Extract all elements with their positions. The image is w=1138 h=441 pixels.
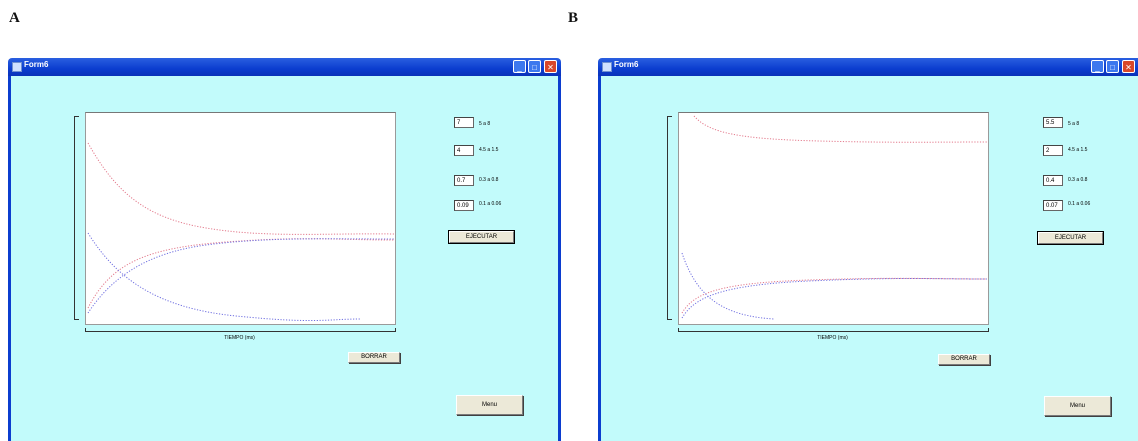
form-window-b: Form6 _ □ ✕ TIEMPO (ms) 5.5 5 a 8 2 4.5 …: [598, 58, 1138, 441]
window-title: Form6: [24, 60, 49, 69]
title-bar[interactable]: Form6 _ □ ✕: [598, 58, 1138, 76]
maximize-icon[interactable]: □: [1106, 60, 1119, 73]
curve-blue-rise: [87, 238, 395, 314]
minimize-icon[interactable]: _: [513, 60, 526, 73]
curve-red-rise: [681, 277, 988, 314]
param-range-3: 0.3 a 0.8: [1068, 177, 1088, 183]
window-title: Form6: [614, 60, 639, 69]
param-range-3: 0.3 a 0.8: [479, 177, 499, 183]
param-input-3[interactable]: 0.4: [1043, 175, 1063, 186]
panel-letter-a: A: [9, 10, 20, 26]
plot-area: [678, 112, 989, 325]
plot-area: [85, 112, 396, 325]
param-input-4[interactable]: 0.07: [1043, 200, 1063, 211]
minimize-icon[interactable]: _: [1091, 60, 1104, 73]
title-bar[interactable]: Form6 _ □ ✕: [8, 58, 561, 76]
panel-letter-b: B: [568, 10, 579, 26]
form-client-area: TIEMPO (ms) 5.5 5 a 8 2 4.5 a 1.5 0.4 0.…: [601, 76, 1138, 441]
clear-button[interactable]: BORRAR: [348, 352, 400, 363]
param-range-2: 4.5 a 1.5: [479, 147, 499, 153]
param-input-4[interactable]: 0.09: [454, 200, 474, 211]
form-client-area: TIEMPO (ms) 7 5 a 8 4 4.5 a 1.5 0.7 0.3 …: [11, 76, 558, 441]
curves-svg: [681, 115, 988, 320]
clear-button[interactable]: BORRAR: [938, 354, 990, 365]
close-icon[interactable]: ✕: [1122, 60, 1135, 73]
execute-button[interactable]: EJECUTAR: [1037, 231, 1104, 245]
param-input-1[interactable]: 5.5: [1043, 117, 1063, 128]
x-axis-label: TIEMPO (ms): [817, 335, 848, 341]
y-axis: [667, 116, 672, 320]
window-border-right: [558, 76, 561, 441]
x-axis: [678, 328, 989, 332]
window-app-icon: [12, 62, 22, 72]
execute-button[interactable]: EJECUTAR: [448, 230, 515, 244]
menu-button[interactable]: Menu: [456, 395, 523, 415]
x-axis-label: TIEMPO (ms): [224, 335, 255, 341]
curve-red-decay: [693, 115, 988, 143]
param-input-2[interactable]: 2: [1043, 145, 1063, 156]
curve-blue-decay: [681, 252, 775, 320]
curves-svg: [87, 142, 395, 322]
y-axis: [74, 116, 79, 320]
curve-red-decay: [87, 142, 395, 235]
param-range-1: 5 a 8: [1068, 121, 1080, 127]
curve-red-rise: [87, 238, 395, 309]
close-icon[interactable]: ✕: [544, 60, 557, 73]
param-input-2[interactable]: 4: [454, 145, 474, 156]
param-range-1: 5 a 8: [479, 121, 491, 127]
menu-button[interactable]: Menu: [1044, 396, 1111, 416]
x-axis: [85, 328, 396, 332]
maximize-icon[interactable]: □: [528, 60, 541, 73]
window-app-icon: [602, 62, 612, 72]
param-input-1[interactable]: 7: [454, 117, 474, 128]
param-range-2: 4.5 a 1.5: [1068, 147, 1088, 153]
curve-blue-decay: [87, 232, 362, 322]
form-window-a: Form6 _ □ ✕ TIEMPO (ms) 7 5 a 8 4 4.5 a …: [8, 58, 561, 441]
param-input-3[interactable]: 0.7: [454, 175, 474, 186]
param-range-4: 0.1 a 0.06: [479, 201, 502, 207]
curve-blue-rise: [681, 278, 988, 319]
param-range-4: 0.1 a 0.06: [1068, 201, 1091, 207]
